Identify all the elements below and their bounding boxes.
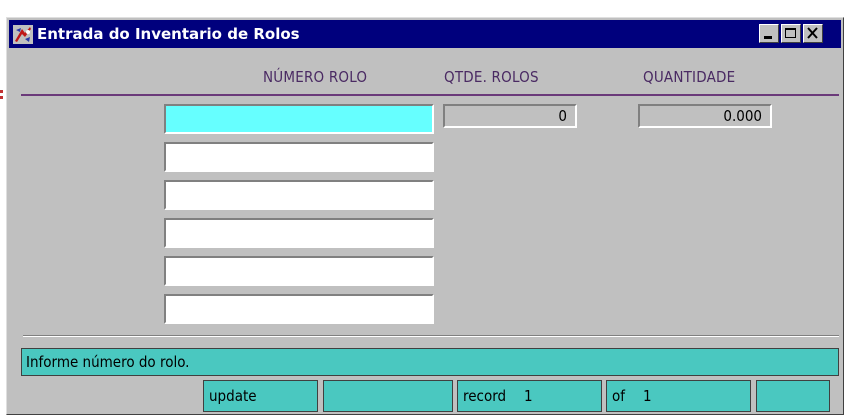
qtde-rolos-value: 0 bbox=[443, 104, 577, 128]
left-edge-marker bbox=[0, 90, 4, 104]
status-separator bbox=[23, 335, 839, 337]
minimize-icon bbox=[764, 36, 772, 39]
header-numero-rolo: NÚMERO ROLO bbox=[263, 68, 368, 86]
status-record: record 1 bbox=[457, 380, 602, 412]
close-icon bbox=[807, 27, 818, 39]
of-number: 1 bbox=[643, 387, 652, 405]
form-window: Entrada do Inventario de Rolos NÚMERO RO… bbox=[6, 17, 844, 415]
header-rule bbox=[21, 94, 839, 96]
numero-rolo-field-4[interactable] bbox=[164, 218, 434, 248]
status-of: of 1 bbox=[606, 380, 751, 412]
close-button[interactable] bbox=[803, 24, 823, 43]
of-label: of bbox=[612, 387, 626, 405]
quantidade-value: 0.000 bbox=[638, 104, 772, 128]
numero-rolo-field-5[interactable] bbox=[164, 256, 434, 286]
header-qtde-rolos: QTDE. ROLOS bbox=[444, 68, 539, 86]
numero-rolo-field-2[interactable] bbox=[164, 142, 434, 172]
window-title: Entrada do Inventario de Rolos bbox=[37, 25, 300, 43]
status-mode: update bbox=[203, 380, 318, 412]
numero-rolo-field-1[interactable] bbox=[164, 104, 434, 134]
status-blank-2 bbox=[756, 380, 830, 412]
message-line: Informe número do rolo. bbox=[21, 348, 839, 376]
app-icon bbox=[13, 25, 33, 44]
status-blank-1 bbox=[323, 380, 453, 412]
record-label: record bbox=[463, 387, 507, 405]
title-bar[interactable]: Entrada do Inventario de Rolos bbox=[9, 20, 841, 48]
header-quantidade: QUANTIDADE bbox=[643, 68, 736, 86]
minimize-button[interactable] bbox=[759, 24, 779, 43]
numero-rolo-field-6[interactable] bbox=[164, 294, 434, 324]
maximize-button[interactable] bbox=[781, 24, 801, 43]
numero-rolo-field-3[interactable] bbox=[164, 180, 434, 210]
record-number: 1 bbox=[524, 387, 533, 405]
maximize-icon bbox=[785, 28, 796, 38]
